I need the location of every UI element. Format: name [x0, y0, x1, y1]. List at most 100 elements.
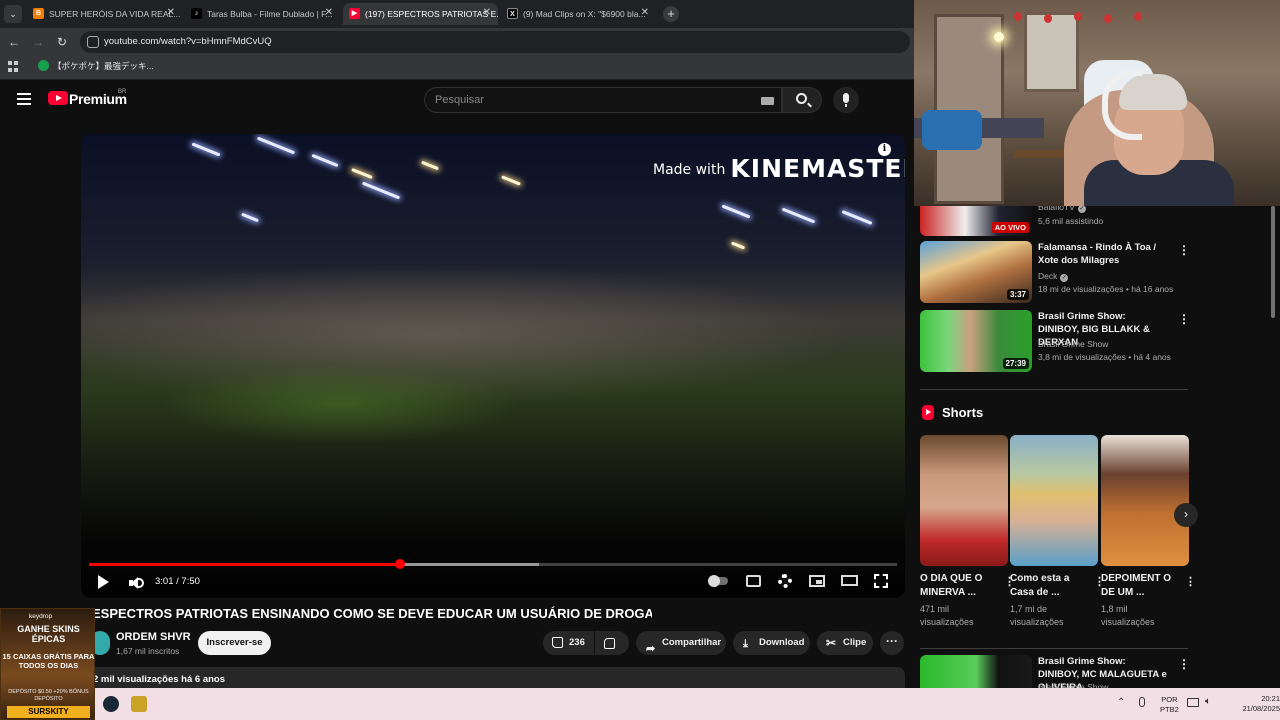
shorts-logo-icon: [922, 405, 934, 420]
search-icon: [796, 93, 807, 104]
microphone-icon[interactable]: [1139, 697, 1145, 707]
recommendation-item[interactable]: 3:37 Falamansa - Rindo À Toa / Xote dos …: [920, 241, 1190, 303]
video-thumbnail[interactable]: AO VIVO: [920, 206, 1032, 236]
subscriber-count: 1,67 mil inscritos: [116, 646, 180, 656]
short-thumbnail[interactable]: [1101, 435, 1189, 566]
verified-icon: ✓: [1077, 205, 1086, 213]
download-button[interactable]: ⤓ Download: [733, 631, 810, 655]
new-tab-button[interactable]: +: [663, 6, 679, 22]
youtube-logo-icon[interactable]: [48, 91, 68, 105]
miniplayer-icon[interactable]: [809, 575, 825, 587]
more-options-icon[interactable]: ⋮: [1178, 243, 1190, 257]
close-tab-icon[interactable]: ✕: [641, 7, 649, 18]
close-tab-icon[interactable]: ✕: [483, 7, 491, 18]
keyboard-layout: PTB2: [1160, 705, 1179, 714]
blogger-icon: B: [33, 8, 44, 19]
rec-channel[interactable]: Deck ✓: [1038, 271, 1069, 282]
bookmark-favicon-icon: [38, 60, 49, 71]
light-streak: [256, 136, 296, 155]
autoplay-toggle[interactable]: [708, 575, 728, 587]
light-streak: [721, 204, 751, 219]
rec-title[interactable]: Falamansa - Rindo À Toa / Xote dos Milag…: [1038, 241, 1168, 267]
info-icon[interactable]: i: [878, 143, 891, 156]
recommendation-item[interactable]: 27:39 Brasil Grime Show: DINIBOY, BIG BL…: [920, 310, 1190, 372]
browser-tab-1[interactable]: B SUPER HERÓIS DA VIDA REAL... ✕: [27, 3, 182, 25]
subtitles-icon[interactable]: [746, 575, 761, 587]
rec-channel[interactable]: Brasil Grime Show: [1038, 339, 1108, 349]
more-options-icon[interactable]: ⋮: [1185, 575, 1196, 588]
fullscreen-icon[interactable]: [874, 574, 888, 588]
forward-arrow-icon[interactable]: →: [30, 34, 46, 50]
steam-icon[interactable]: [103, 696, 119, 712]
video-thumbnail[interactable]: [920, 655, 1032, 688]
clip-button[interactable]: ✂ Clipe: [817, 631, 873, 655]
browser-tab-3-active[interactable]: ▶ (197) ESPECTROS PATRIOTAS E... ✕: [343, 3, 498, 25]
light-streak: [421, 160, 439, 171]
chevron-right-icon[interactable]: ›: [1174, 503, 1198, 527]
browser-tab-2[interactable]: ♪ Taras Bulba - Filme Dublado | F... ✕: [185, 3, 340, 25]
more-options-icon[interactable]: ⋮: [1178, 312, 1190, 326]
address-bar-row: ← → ↻ youtube.com/watch?v=bHmnFMdCvUQ: [0, 28, 914, 56]
bookmark-bar: 【ポケポケ】最強デッキ...: [0, 56, 914, 80]
progress-scrubber-handle[interactable]: [395, 559, 406, 569]
short-item[interactable]: DEPOIMENT O DE UM ... 1,8 mil visualizaç…: [1101, 435, 1196, 627]
short-item[interactable]: Como esta a Casa de ... 1,7 mi de visual…: [1010, 435, 1105, 627]
search-input[interactable]: Pesquisar: [424, 87, 782, 113]
language-indicator[interactable]: POR PTB2: [1160, 695, 1179, 715]
language-code: POR: [1161, 695, 1178, 704]
short-thumbnail[interactable]: [1010, 435, 1098, 566]
play-icon[interactable]: [98, 575, 109, 589]
url-text[interactable]: youtube.com/watch?v=bHmnFMdCvUQ: [104, 36, 272, 47]
reload-icon[interactable]: ↻: [54, 34, 70, 50]
light-streak: [191, 142, 221, 157]
apps-grid-icon[interactable]: [8, 61, 19, 72]
webcam-light: [994, 32, 1004, 42]
clock[interactable]: 20:21 21/08/2025: [1230, 694, 1280, 714]
share-arrow-icon: ➦: [646, 643, 656, 655]
like-button[interactable]: 236: [543, 631, 594, 655]
share-button[interactable]: ➦ Compartilhar: [636, 631, 726, 655]
youtube-icon: ▶: [349, 8, 360, 19]
tiktok-icon: ♪: [191, 8, 202, 19]
tab-search-button[interactable]: ⌄: [4, 5, 22, 23]
back-arrow-icon[interactable]: ←: [6, 34, 22, 50]
video-player[interactable]: Made with KINEMASTER i 3:01 / 7:50: [81, 134, 905, 598]
app-icon[interactable]: [131, 696, 147, 712]
voice-search-button[interactable]: [833, 87, 859, 113]
sidebar-scrollbar[interactable]: [1271, 206, 1275, 318]
video-thumbnail[interactable]: 27:39: [920, 310, 1032, 372]
short-title[interactable]: O DIA QUE O MINERVA ...: [920, 572, 995, 600]
menu-hamburger-icon[interactable]: [17, 93, 31, 105]
more-actions-button[interactable]: ···: [880, 631, 904, 655]
video-thumbnail[interactable]: 3:37: [920, 241, 1032, 303]
browser-tab-4[interactable]: X (9) Mad Clips on X: "$6900 bla... ✕: [501, 3, 656, 25]
close-tab-icon[interactable]: ✕: [167, 7, 175, 18]
short-title[interactable]: Como esta a Casa de ...: [1010, 572, 1085, 600]
duration-badge: 3:37: [1006, 289, 1029, 300]
recommendation-item[interactable]: Brasil Grime Show: DINIBOY, MC MALAGUETA…: [920, 655, 1190, 693]
tab-title: SUPER HERÓIS DA VIDA REAL...: [49, 9, 181, 19]
chevron-up-icon[interactable]: ⌃: [1117, 697, 1125, 708]
network-icon[interactable]: [1187, 698, 1199, 707]
recommendation-item[interactable]: AO VIVO BalafioTV ✓ 5,6 mil assistindo: [920, 202, 1180, 236]
light-streak: [730, 241, 746, 250]
sponsor-ad[interactable]: keydrop GANHE SKINS ÉPICAS 15 CAIXAS GRÁ…: [0, 608, 95, 720]
settings-gear-icon[interactable]: [778, 574, 792, 588]
short-thumbnail[interactable]: [920, 435, 1008, 566]
dislike-button[interactable]: [595, 631, 629, 655]
site-info-icon[interactable]: [87, 36, 99, 48]
subscribe-button[interactable]: Inscrever-se: [198, 631, 271, 655]
theater-mode-icon[interactable]: [841, 575, 858, 586]
channel-name[interactable]: ORDEM SHVR: [116, 631, 191, 643]
tab-title: Taras Bulba - Filme Dublado | F...: [207, 9, 333, 19]
short-title[interactable]: DEPOIMENT O DE UM ...: [1101, 572, 1176, 600]
bookmark-item[interactable]: 【ポケポケ】最強デッキ...: [38, 60, 154, 72]
search-button[interactable]: [782, 87, 822, 113]
omnibox[interactable]: youtube.com/watch?v=bHmnFMdCvUQ: [80, 31, 910, 53]
more-options-icon[interactable]: ⋮: [1178, 657, 1190, 671]
webcam-decoration: [1044, 14, 1052, 23]
close-tab-icon[interactable]: ✕: [325, 7, 333, 18]
keyboard-icon[interactable]: [761, 97, 774, 105]
short-item[interactable]: O DIA QUE O MINERVA ... 471 mil visualiz…: [920, 435, 1015, 627]
speaker-icon[interactable]: 🔈︎: [1205, 696, 1211, 707]
